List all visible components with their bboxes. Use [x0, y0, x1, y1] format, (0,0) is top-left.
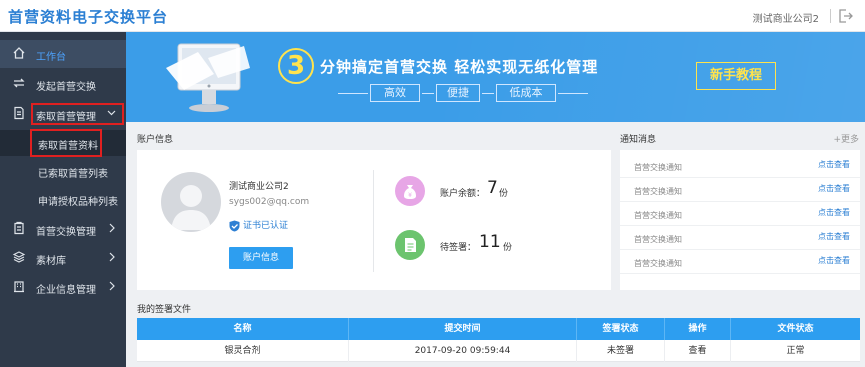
pending-unit: 份: [503, 243, 513, 253]
computer-illustration-icon: [166, 43, 250, 112]
certificate-status: 证书已认证: [229, 218, 288, 232]
cell-submit-time: 2017-09-20 09:59:44: [349, 340, 577, 362]
promo-banner: 3 分钟搞定首营交换 轻松实现无纸化管理 高效 便捷 低成本 新手教程: [126, 32, 865, 122]
sidebar-item-start-exchange[interactable]: 发起首营交换: [0, 70, 126, 98]
notice-title: 首营交换通知: [634, 259, 682, 268]
sidebar: 工作台 发起首营交换 索取首营管理 索取首营资料 已索取首营列表 申请授权品种列…: [0, 32, 126, 367]
balance-icon-circle: ¥: [395, 176, 425, 206]
notice-view-link[interactable]: 点击查看: [818, 255, 850, 266]
column-header-sign-status: 签署状态: [577, 318, 665, 340]
notice-view-link[interactable]: 点击查看: [818, 231, 850, 242]
table-header: 名称 提交时间 签署状态 操作 文件状态: [137, 318, 860, 340]
account-section-title: 账户信息: [137, 135, 174, 145]
account-info-button[interactable]: 账户信息: [229, 247, 293, 269]
avatar: [161, 172, 221, 232]
sidebar-subitem-label: 申请授权品种列表: [38, 197, 118, 208]
notice-view-link[interactable]: 点击查看: [818, 159, 850, 170]
table-row: 银灵合剂 2017-09-20 09:59:44 未签署 查看 正常: [137, 340, 860, 362]
pending-icon-circle: [395, 230, 425, 260]
clipboard-icon: [14, 221, 24, 235]
building-icon: [14, 281, 24, 293]
notice-title: 首营交换通知: [634, 187, 682, 196]
column-header-file-status: 文件状态: [777, 324, 814, 334]
view-link[interactable]: 查看: [665, 340, 731, 362]
notice-view-link[interactable]: 点击查看: [818, 183, 850, 194]
account-card: 测试商业公司2 sygs002@qq.com 证书已认证 账户信息 ¥ 账户余额…: [137, 150, 611, 290]
highlight-box-request-management: [31, 103, 124, 125]
pending-label: 待签署：: [440, 243, 477, 253]
notice-title: 首营交换通知: [634, 211, 682, 220]
notice-item: 首营交换通知 点击查看: [620, 226, 860, 250]
tag-convenient: 便捷: [436, 84, 480, 102]
certificate-status-label: 证书已认证: [243, 221, 289, 231]
app-title: 首营资料电子交换平台: [8, 8, 169, 26]
account-email: sygs002@qq.com: [229, 197, 310, 207]
balance-unit: 份: [499, 189, 509, 199]
column-header-submit-time: 提交时间: [349, 318, 577, 340]
sidebar-subitem-label: 已索取首营列表: [38, 169, 108, 180]
sidebar-item-label: 首营交换管理: [36, 227, 96, 238]
sidebar-item-company-info[interactable]: 企业信息管理: [0, 273, 126, 301]
sidebar-subitem-authorized-varieties[interactable]: 申请授权品种列表: [0, 186, 126, 212]
highlight-box-request-materials: [30, 129, 102, 157]
exchange-icon: [13, 78, 25, 88]
tag-efficient: 高效: [370, 84, 420, 102]
card-divider: [373, 170, 374, 272]
logout-icon[interactable]: [837, 8, 853, 24]
notice-view-link[interactable]: 点击查看: [818, 207, 850, 218]
pending-value: 11: [479, 232, 501, 252]
sidebar-item-label: 工作台: [36, 52, 66, 63]
cell-file-status: 正常: [786, 346, 805, 356]
verified-shield-icon: [229, 220, 240, 231]
beginner-guide-button[interactable]: 新手教程: [696, 62, 776, 90]
tag-divider: [338, 93, 368, 94]
document-request-icon: [14, 106, 24, 120]
notices-section-title: 通知消息: [620, 135, 657, 145]
cell-name: 银灵合剂: [137, 340, 349, 362]
tag-low-cost: 低成本: [496, 84, 556, 102]
company-name[interactable]: 测试商业公司2: [753, 10, 819, 25]
chevron-right-icon: [109, 223, 115, 233]
tag-divider: [422, 93, 434, 94]
notice-item: 首营交换通知 点击查看: [620, 178, 860, 202]
notices-more-link[interactable]: +更多: [833, 132, 859, 145]
sidebar-item-label: 企业信息管理: [36, 285, 96, 296]
column-header-name: 名称: [137, 318, 349, 340]
svg-text:¥: ¥: [408, 192, 412, 199]
banner-slogan: 分钟搞定首营交换 轻松实现无纸化管理: [320, 58, 599, 76]
notice-title: 首营交换通知: [634, 163, 682, 172]
sidebar-subitem-requested-list[interactable]: 已索取首营列表: [0, 158, 126, 184]
notice-title: 首营交换通知: [634, 235, 682, 244]
top-header: 首营资料电子交换平台 测试商业公司2: [0, 0, 865, 32]
notice-item: 首营交换通知 点击查看: [620, 202, 860, 226]
home-icon: [13, 47, 25, 59]
notice-item: 首营交换通知 点击查看: [620, 154, 860, 178]
balance-value: 7: [487, 178, 498, 198]
chevron-right-icon: [109, 281, 115, 291]
user-silhouette-icon: [171, 185, 211, 230]
header-divider: [830, 9, 831, 23]
cell-sign-status: 未签署: [577, 340, 665, 362]
sidebar-item-label: 发起首营交换: [36, 82, 96, 93]
money-bag-icon: ¥: [404, 185, 416, 199]
layers-icon: [12, 251, 26, 263]
banner-number: 3: [278, 48, 314, 84]
column-header-action: 操作: [665, 318, 731, 340]
tag-divider: [482, 93, 494, 94]
tag-divider: [558, 93, 588, 94]
chevron-right-icon: [109, 252, 115, 262]
sidebar-item-dashboard[interactable]: 工作台: [0, 40, 126, 68]
files-section-title: 我的签署文件: [137, 305, 192, 315]
document-sign-icon: [405, 238, 416, 252]
sidebar-item-exchange-management[interactable]: 首营交换管理: [0, 215, 126, 243]
banner-decoration: [445, 32, 865, 122]
balance-label: 账户余额：: [440, 189, 486, 199]
sidebar-item-material-library[interactable]: 素材库: [0, 244, 126, 272]
notices-card: 首营交换通知 点击查看 首营交换通知 点击查看 首营交换通知 点击查看 首营交换…: [620, 150, 860, 290]
notice-item: 首营交换通知 点击查看: [620, 250, 860, 274]
sidebar-item-label: 素材库: [36, 256, 66, 267]
account-name: 测试商业公司2: [229, 182, 289, 192]
